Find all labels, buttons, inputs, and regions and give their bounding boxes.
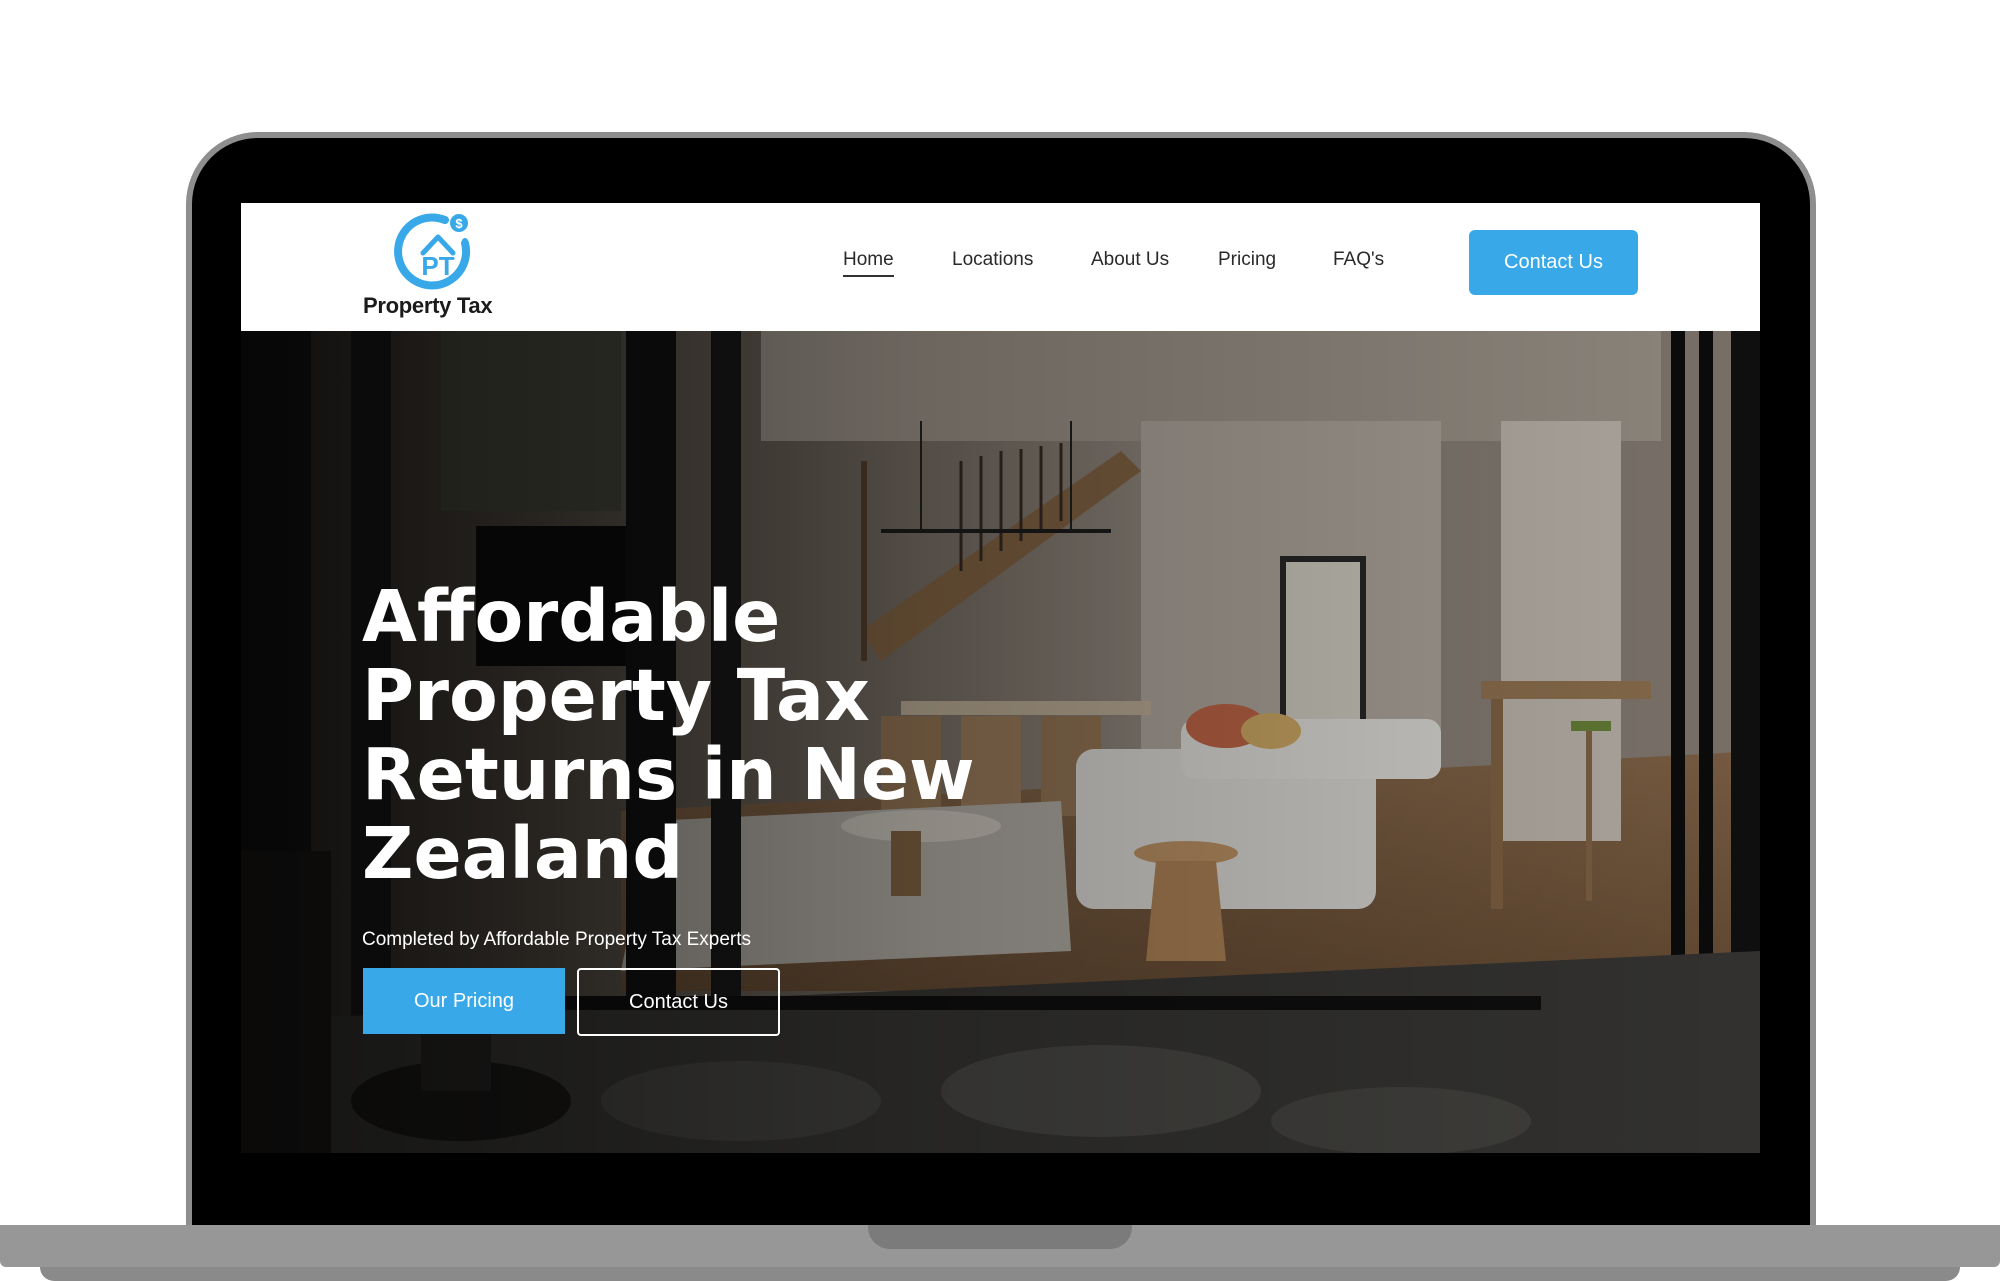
dollar-badge-icon: $ bbox=[455, 216, 463, 231]
laptop-notch bbox=[868, 1225, 1132, 1249]
nav-link-faqs[interactable]: FAQ's bbox=[1333, 249, 1384, 271]
house-logo-icon: PT $ bbox=[394, 213, 471, 290]
laptop-base-lip bbox=[40, 1267, 1960, 1281]
our-pricing-button[interactable]: Our Pricing bbox=[363, 968, 565, 1034]
hero-subtitle: Completed by Affordable Property Tax Exp… bbox=[362, 929, 752, 950]
contact-us-hero-button[interactable]: Contact Us bbox=[577, 968, 780, 1036]
hero-title: Affordable Property Tax Returns in New Z… bbox=[362, 575, 975, 895]
logo-mark-letters: PT bbox=[421, 251, 454, 281]
logo[interactable]: PT $ Property Tax bbox=[363, 213, 513, 323]
hero-section: Affordable Property Tax Returns in New Z… bbox=[241, 331, 1760, 1153]
contact-us-nav-button[interactable]: Contact Us bbox=[1469, 230, 1638, 295]
navbar: PT $ Property Tax Home Locations About U… bbox=[241, 203, 1760, 331]
logo-text: Property Tax bbox=[363, 293, 493, 318]
website-screen: PT $ Property Tax Home Locations About U… bbox=[241, 203, 1760, 1153]
nav-link-about-us[interactable]: About Us bbox=[1091, 249, 1169, 271]
nav-link-home[interactable]: Home bbox=[843, 249, 894, 277]
nav-link-locations[interactable]: Locations bbox=[952, 249, 1033, 271]
nav-link-pricing[interactable]: Pricing bbox=[1218, 249, 1276, 271]
